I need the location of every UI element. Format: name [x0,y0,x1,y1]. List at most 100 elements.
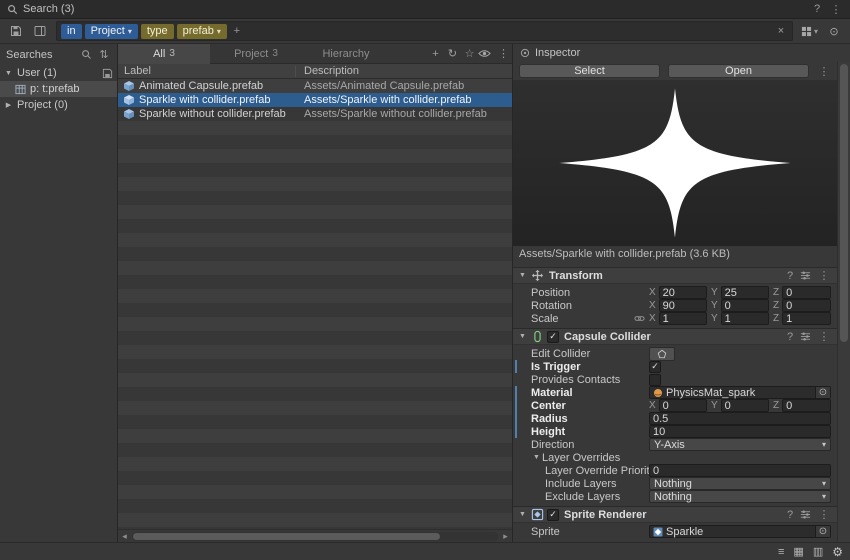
is-trigger-checkbox[interactable]: ✓ [649,361,661,373]
filter-chip-project[interactable]: Project ▾ [85,24,138,39]
list-view-icon[interactable]: ≡ [778,546,784,558]
sprite-renderer-header[interactable]: ▼ ✓ Sprite Renderer ? ⋮ [513,506,837,523]
gear-icon[interactable]: ⚙ [832,545,843,559]
help-icon[interactable]: ? [810,3,824,15]
foldout-open-icon[interactable]: ▼ [531,454,542,461]
results-list: Animated Capsule.prefab Assets/Animated … [118,79,512,529]
transform-header[interactable]: ▼ Transform ? ⋮ [513,267,837,284]
scroll-left-icon[interactable]: ◂ [118,531,131,542]
object-picker-icon[interactable]: ⊙ [815,387,830,398]
grid-view-alt-icon[interactable]: ▥ [813,545,823,558]
filter-chip-in[interactable]: in [61,24,82,39]
grid-view-icon[interactable]: ▦ [793,545,803,558]
scale-z-field[interactable] [782,312,831,325]
help-icon[interactable]: ? [783,270,797,282]
layer-overrides-foldout[interactable]: ▼ Layer Overrides [531,451,831,464]
add-filter-button[interactable]: + [230,25,244,37]
direction-dropdown[interactable]: Y-Axis ▾ [649,438,831,451]
rotation-y-field[interactable] [721,299,769,312]
open-button[interactable]: Open [668,64,809,78]
position-x-field[interactable] [659,286,707,299]
material-row: Material PhysicsMat_spark ⊙ [531,386,831,399]
object-picker-icon[interactable]: ⊙ [815,526,830,537]
inspector-menu-icon[interactable]: ⋮ [817,65,831,78]
view-options-button[interactable]: ▾ [799,26,820,37]
results-menu-icon[interactable]: ⋮ [495,47,512,60]
table-icon [15,84,26,95]
include-layers-dropdown[interactable]: Nothing ▾ [649,477,831,490]
sidebar-item-saved-search[interactable]: p: t:prefab [0,81,117,97]
add-tab-button[interactable]: + [427,48,444,60]
inspector-toggle-button[interactable]: ⊙ [824,22,844,40]
filter-chip-type[interactable]: type [141,24,174,39]
filter-chip-prefab[interactable]: prefab ▾ [177,24,227,39]
foldout-open-icon[interactable]: ▼ [517,511,528,518]
sort-icon[interactable]: ⇅ [97,48,111,61]
layer-override-priority-field[interactable] [649,464,831,477]
component-menu-icon[interactable]: ⋮ [817,508,831,521]
foldout-open-icon[interactable]: ▼ [517,272,528,279]
preview-toggle-button[interactable] [478,49,495,58]
result-row[interactable]: Animated Capsule.prefab Assets/Animated … [118,79,512,93]
foldout-open-icon[interactable]: ▼ [517,333,528,340]
refresh-button[interactable]: ↻ [444,47,461,60]
scale-y-field[interactable] [721,312,769,325]
panel-toggle-button[interactable] [30,22,50,40]
clear-search-button[interactable]: × [774,25,788,37]
inspector-scrollbar-thumb[interactable] [840,64,848,342]
hscrollbar-track[interactable] [132,532,498,541]
height-row: Height [531,425,831,438]
tab-project[interactable]: Project 3 [210,44,302,64]
provides-contacts-checkbox[interactable] [649,374,661,386]
center-z-field[interactable] [782,399,831,412]
select-button[interactable]: Select [519,64,660,78]
tab-hierarchy[interactable]: Hierarchy [302,44,394,64]
component-menu-icon[interactable]: ⋮ [817,269,831,282]
inspector-title: Inspector [535,47,580,59]
material-object-field[interactable]: PhysicsMat_spark ⊙ [649,386,831,399]
is-trigger-row: Is Trigger ✓ [531,360,831,373]
foldout-open-icon[interactable]: ▼ [3,70,14,77]
link-icon[interactable] [634,313,645,324]
inspector-scrollbar[interactable] [837,62,850,542]
help-icon[interactable]: ? [783,509,797,521]
presets-icon[interactable] [800,331,814,342]
presets-icon[interactable] [800,270,814,281]
search-searches-icon[interactable] [81,49,92,60]
tab-all[interactable]: All 3 [118,44,210,64]
height-field[interactable] [649,425,831,438]
center-y-field[interactable] [721,399,769,412]
sprite-object-field[interactable]: Sparkle ⊙ [649,525,831,538]
component-menu-icon[interactable]: ⋮ [817,330,831,343]
position-y-field[interactable] [721,286,769,299]
scroll-right-icon[interactable]: ▸ [499,531,512,542]
sidebar-group-user[interactable]: ▼ User (1) [0,65,117,81]
hscrollbar-thumb[interactable] [133,533,440,540]
scale-x-field[interactable] [659,312,707,325]
window-menu-icon[interactable]: ⋮ [829,3,843,16]
component-enabled-checkbox[interactable]: ✓ [547,331,559,343]
foldout-closed-icon[interactable]: ▶ [3,101,14,109]
override-bar [515,360,517,373]
rotation-x-field[interactable] [659,299,707,312]
save-icon[interactable] [102,68,113,79]
capsule-collider-header[interactable]: ▼ ✓ Capsule Collider ? ⋮ [513,328,837,345]
center-x-field[interactable] [659,399,707,412]
save-search-button[interactable] [6,22,26,40]
help-icon[interactable]: ? [783,331,797,343]
column-description[interactable]: Description [295,66,512,77]
presets-icon[interactable] [800,509,814,520]
component-enabled-checkbox[interactable]: ✓ [547,509,559,521]
radius-field[interactable] [649,412,831,425]
favorite-button[interactable]: ☆ [461,47,478,60]
column-label[interactable]: Label [118,65,295,77]
result-row-selected[interactable]: Sparkle with collider.prefab Assets/Spar… [118,93,512,107]
exclude-layers-dropdown[interactable]: Nothing ▾ [649,490,831,503]
sidebar-group-project[interactable]: ▶ Project (0) [0,97,117,113]
result-row[interactable]: Sparkle without collider.prefab Assets/S… [118,107,512,121]
rotation-z-field[interactable] [782,299,831,312]
position-z-field[interactable] [782,286,831,299]
tabbar: All 3 Project 3 Hierarchy + ↻ ☆ ⋮ [118,44,512,64]
search-input[interactable]: in Project ▾ type prefab ▾ + × [56,21,793,41]
edit-collider-button[interactable] [649,347,675,361]
